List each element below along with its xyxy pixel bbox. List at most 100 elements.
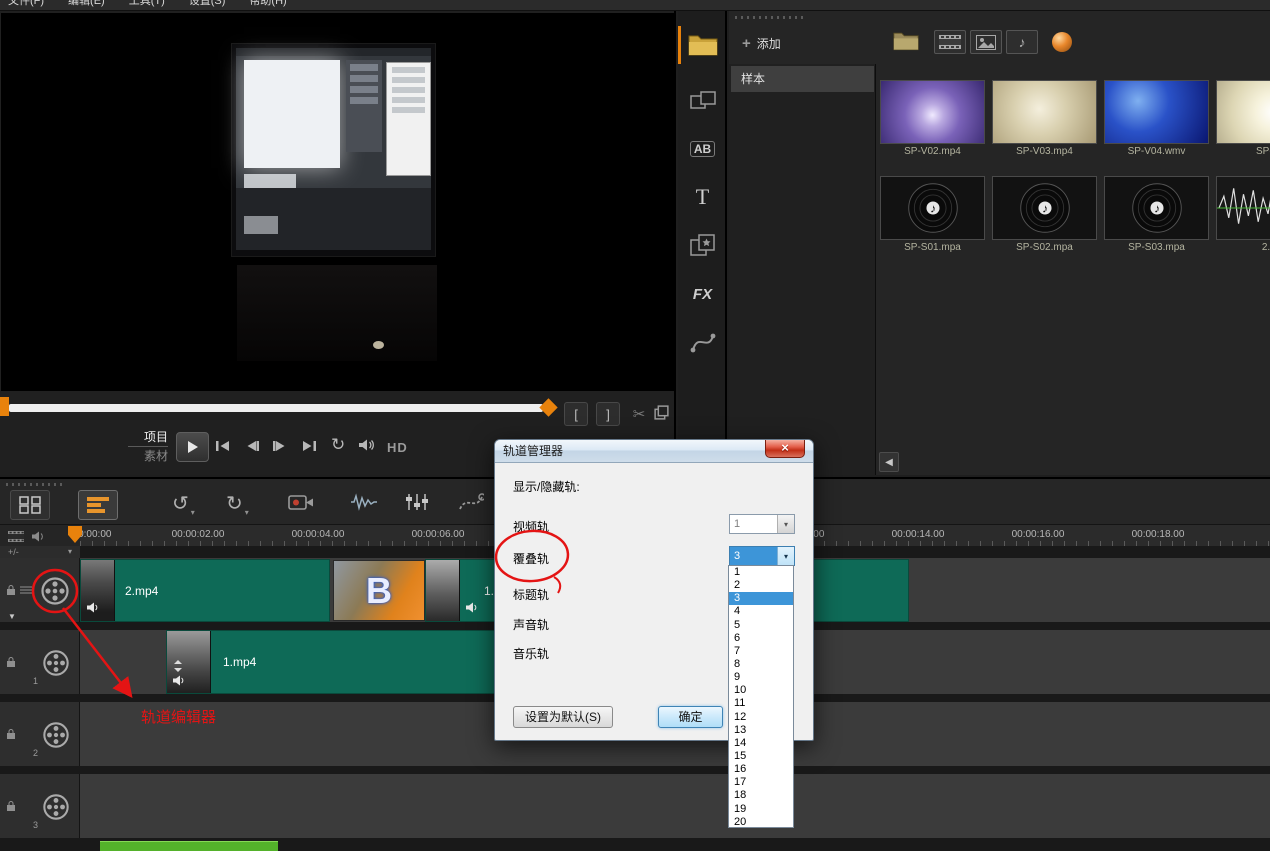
lock-icon[interactable] [6,656,16,668]
mode-project[interactable]: 项目 [128,429,168,445]
split-clip-scissors-icon[interactable]: ✂ [628,402,650,426]
overlay-track-lane-3[interactable] [80,774,1270,838]
expand-track-icon[interactable]: ▼ [8,612,16,621]
track-options-caret-icon[interactable]: ▾ [68,546,72,558]
show-videos-button[interactable] [934,30,966,54]
dropdown-option[interactable]: 6 [729,632,793,645]
track-manager-reel-button[interactable] [40,719,72,751]
lock-icon[interactable] [6,584,16,596]
dropdown-option[interactable]: 4 [729,605,793,618]
dropdown-option[interactable]: 16 [729,763,793,776]
library-item[interactable]: SP-I0 [1216,80,1270,157]
combo-caret-icon[interactable]: ▾ [777,547,794,565]
set-default-button[interactable]: 设置为默认(S) [513,706,613,728]
dropdown-option[interactable]: 15 [729,750,793,763]
show-audio-button[interactable]: ♪ [1006,30,1038,54]
prev-frame-button[interactable] [245,440,259,452]
dropdown-option[interactable]: 5 [729,619,793,632]
library-item[interactable]: ♪ SP-S02.mpa [992,176,1097,253]
combo-caret-icon[interactable]: ▾ [777,515,794,533]
title-ab-button[interactable]: AB [678,129,727,169]
mark-out-button[interactable]: ] [596,402,620,426]
lock-icon[interactable] [6,728,16,740]
media-library-button[interactable] [678,25,727,65]
dropdown-option[interactable]: 2 [729,579,793,592]
timeline-view-button[interactable] [78,490,118,520]
dropdown-option[interactable]: 11 [729,697,793,710]
undo-button[interactable]: ↺▾ [172,491,195,526]
scrubber-bar[interactable] [9,404,543,412]
browse-folder-icon[interactable] [893,30,919,55]
add-remove-track-button[interactable]: +/- [8,546,19,558]
dialog-close-button[interactable]: × [765,440,805,458]
dropdown-option[interactable]: 9 [729,671,793,684]
panel-drag-handle[interactable] [6,483,66,486]
transition-clip[interactable]: B [333,560,425,621]
folder-item-sample[interactable]: 样本 [731,66,874,92]
track-manager-reel-button[interactable] [38,574,72,608]
play-button[interactable] [176,432,209,462]
menu-edit[interactable]: 编辑(E) [68,0,105,10]
panel-drag-handle[interactable] [735,16,805,19]
menu-tools[interactable]: 工具(T) [129,0,165,10]
ok-button[interactable]: 确定 [658,706,723,728]
color-sphere-icon[interactable] [1052,32,1072,52]
trim-left-handle[interactable] [0,397,9,416]
title-button[interactable]: T [678,177,727,217]
dropdown-option[interactable]: 18 [729,789,793,802]
overlay-track-combo[interactable]: 3 ▾ [729,546,795,566]
add-folder-button[interactable]: + 添加 [742,35,781,52]
dropdown-option-selected[interactable]: 3 [729,592,793,605]
redo-button[interactable]: ↻▾ [226,491,249,526]
duplicate-icon[interactable] [653,404,670,421]
dropdown-option[interactable]: 1 [729,566,793,579]
auto-music-button[interactable] [405,492,429,515]
graphic-button[interactable] [678,225,727,265]
dropdown-option[interactable]: 19 [729,803,793,816]
video-track-combo[interactable]: 1 ▾ [729,514,795,534]
list-icon[interactable] [20,585,32,595]
audio-thumbnail: ♪ [1104,176,1209,240]
dropdown-option[interactable]: 13 [729,724,793,737]
track-manager-reel-button[interactable] [40,647,72,679]
repeat-icon[interactable]: ↻ [331,435,345,455]
clip-2mp4[interactable]: 2.mp4 [80,559,330,622]
transition-button[interactable] [678,81,727,121]
dropdown-option[interactable]: 7 [729,645,793,658]
audio-track-icon[interactable] [32,531,48,542]
motion-track-button[interactable] [458,493,484,516]
library-item[interactable]: SP-V02.mp4 [880,80,985,157]
skip-end-button[interactable] [301,440,317,452]
dropdown-option[interactable]: 8 [729,658,793,671]
next-frame-button[interactable] [273,440,287,452]
library-item[interactable]: ♪ SP-S03.mpa [1104,176,1209,253]
lock-icon[interactable] [6,800,16,812]
menu-settings[interactable]: 设置(S) [189,0,226,10]
video-track-icon[interactable] [8,531,24,542]
hd-toggle[interactable]: HD [387,440,408,455]
dropdown-option[interactable]: 14 [729,737,793,750]
menu-file[interactable]: 文件(F) [8,0,44,10]
library-item[interactable]: SP-V04.wmv [1104,80,1209,157]
back-button[interactable]: ◀ [879,452,899,472]
record-capture-button[interactable] [288,493,314,516]
filter-fx-button[interactable]: FX [678,274,727,314]
track-manager-reel-button[interactable] [40,791,72,823]
dropdown-option[interactable]: 17 [729,776,793,789]
library-item[interactable]: SP-V03.mp4 [992,80,1097,157]
storyboard-view-button[interactable] [10,490,50,520]
motion-path-button[interactable] [678,322,727,362]
library-item[interactable]: 2.s [1216,176,1270,253]
dropdown-option[interactable]: 10 [729,684,793,697]
dropdown-option[interactable]: 12 [729,711,793,724]
menu-help[interactable]: 帮助(H) [249,0,286,10]
skip-start-button[interactable] [215,440,231,452]
music-track-clip[interactable] [100,841,278,851]
volume-icon[interactable] [358,438,376,452]
library-item[interactable]: ♪ SP-S01.mpa [880,176,985,253]
sound-mixer-button[interactable] [350,493,378,514]
show-photos-button[interactable] [970,30,1002,54]
dropdown-option[interactable]: 20 [729,816,793,829]
mark-in-button[interactable]: [ [564,402,588,426]
mode-clip[interactable]: 素材 [128,448,168,464]
